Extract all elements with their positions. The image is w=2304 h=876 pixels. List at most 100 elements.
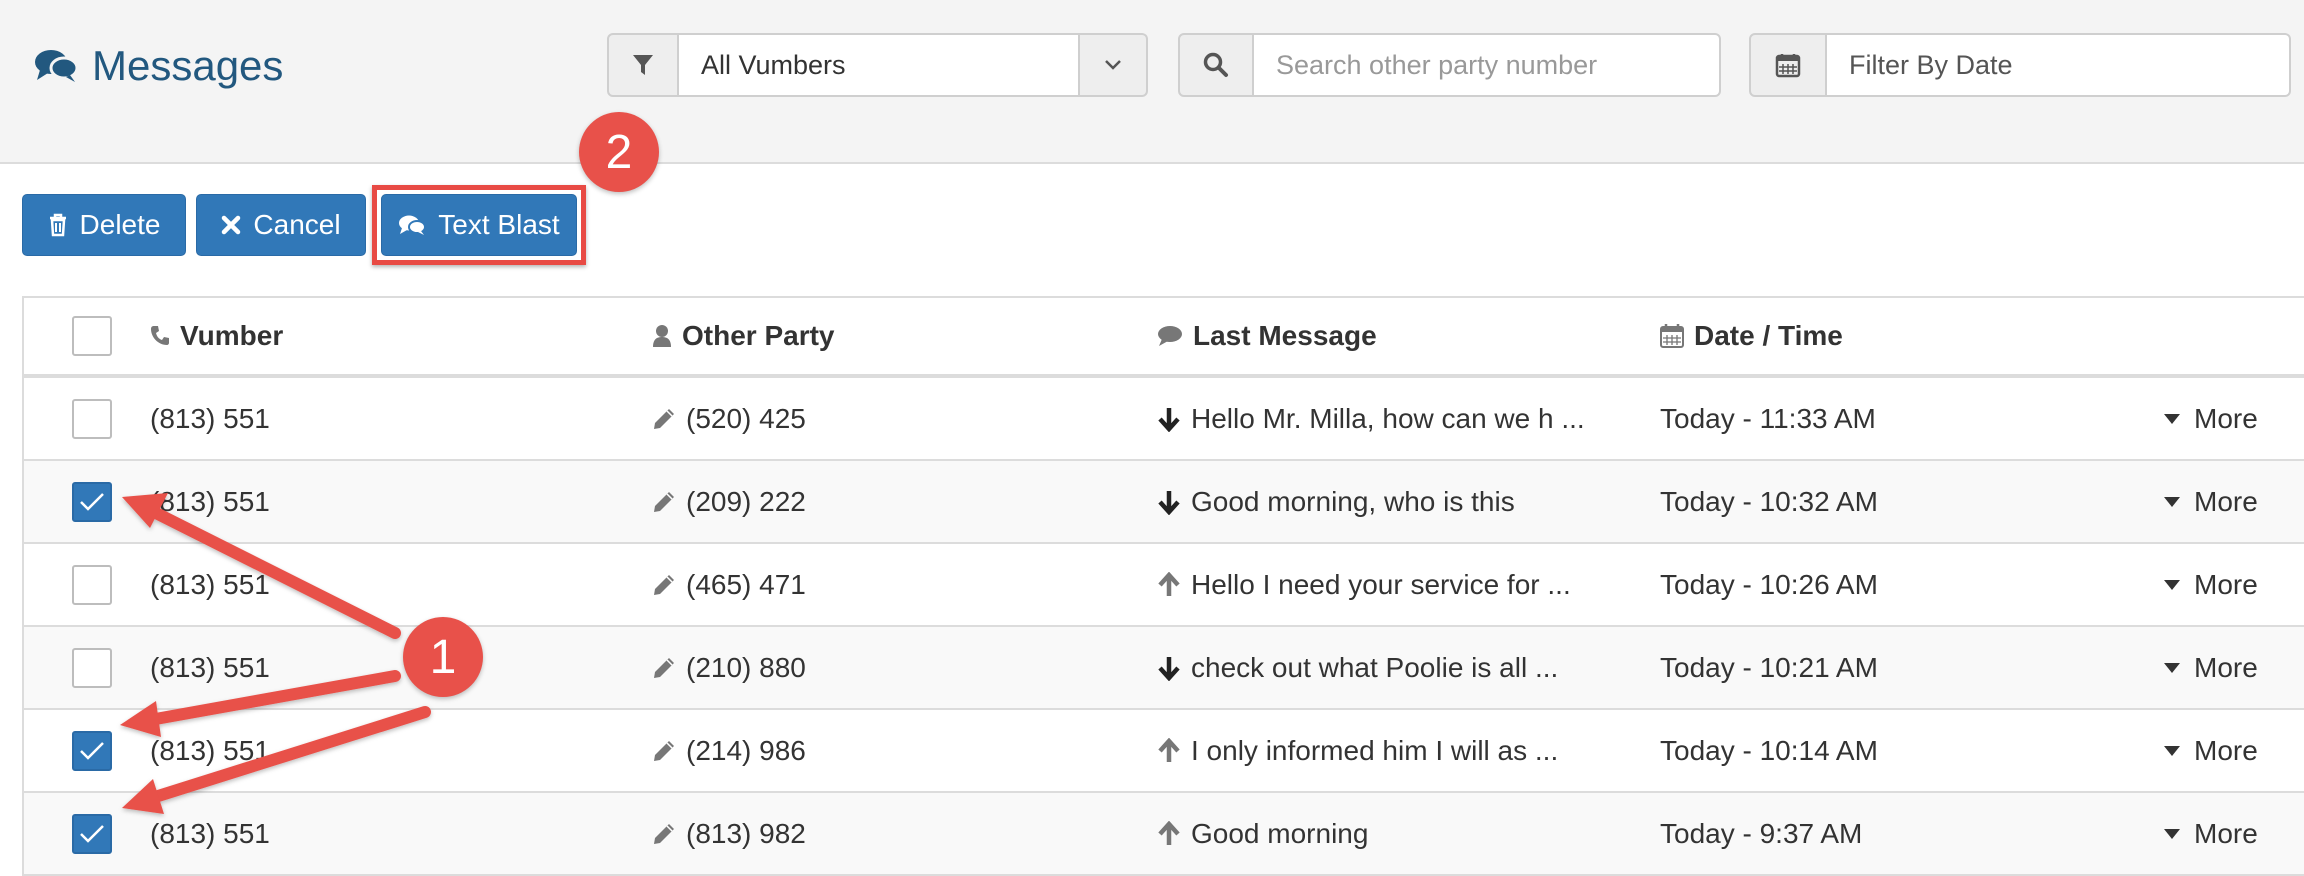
- page-title-text: Messages: [92, 42, 284, 89]
- col-last-message[interactable]: Last Message: [1157, 298, 1377, 374]
- col-other-party-label: Other Party: [682, 320, 835, 351]
- col-vumber[interactable]: Vumber: [150, 298, 283, 374]
- pencil-icon[interactable]: [652, 822, 676, 846]
- row-other-party: (214) 986: [652, 710, 806, 791]
- pencil-icon[interactable]: [652, 656, 676, 680]
- row-date-time: Today - 11:33 AM: [1660, 378, 1876, 459]
- search-group: Search other party number: [1178, 33, 1721, 97]
- search-icon: [1178, 33, 1254, 97]
- col-vumber-label: Vumber: [180, 320, 284, 351]
- col-other-party[interactable]: Other Party: [652, 298, 835, 374]
- close-icon: [222, 215, 241, 235]
- more-label: More: [2194, 651, 2258, 683]
- row-checkbox[interactable]: [72, 647, 112, 688]
- row-checkbox[interactable]: [72, 398, 112, 439]
- more-dropdown[interactable]: More: [2164, 710, 2258, 791]
- other-party-text[interactable]: (214) 986: [686, 735, 806, 767]
- more-label: More: [2194, 817, 2258, 849]
- step-1-badge: 1: [403, 617, 483, 697]
- other-party-text[interactable]: (209) 222: [686, 486, 806, 518]
- step-2-badge: 2: [579, 112, 659, 192]
- cancel-button-label: Cancel: [253, 209, 341, 240]
- user-icon: [653, 325, 671, 347]
- row-checkbox[interactable]: [72, 481, 112, 522]
- last-message-text: Hello I need your service for ...: [1191, 568, 1571, 600]
- table-row[interactable]: (813) 551 (813) 982 Good morning Today - 9:…: [24, 793, 2304, 876]
- more-dropdown[interactable]: More: [2164, 627, 2258, 708]
- phone-icon: [151, 326, 169, 345]
- pencil-icon[interactable]: [652, 573, 676, 597]
- more-label: More: [2194, 402, 2258, 434]
- row-vumber: (813) 551: [150, 461, 270, 542]
- row-last-message[interactable]: Hello Mr. Milla, how can we h ...: [1157, 378, 1585, 459]
- pencil-icon[interactable]: [652, 739, 676, 763]
- more-label: More: [2194, 734, 2258, 766]
- vumber-text: (813) 551: [150, 402, 270, 434]
- other-party-text[interactable]: (813) 982: [686, 818, 806, 850]
- last-message-text: Good morning: [1191, 817, 1369, 849]
- caret-down-icon: [2164, 496, 2180, 507]
- row-last-message[interactable]: Hello I need your service for ...: [1157, 544, 1571, 625]
- date-time-text: Today - 10:32 AM: [1660, 485, 1878, 517]
- more-label: More: [2194, 568, 2258, 600]
- col-date-time-label: Date / Time: [1694, 320, 1843, 351]
- row-last-message[interactable]: Good morning, who is this: [1157, 461, 1515, 542]
- row-checkbox[interactable]: [72, 564, 112, 605]
- caret-down-icon: [2164, 828, 2180, 839]
- caret-down-icon: [2164, 579, 2180, 590]
- row-other-party: (209) 222: [652, 461, 806, 542]
- table-row[interactable]: (813) 551 (520) 425 Hello Mr. Milla, how c…: [24, 378, 2304, 461]
- row-other-party: (520) 425: [652, 378, 806, 459]
- table-row[interactable]: (813) 551 (209) 222 Good morning, who is t…: [24, 461, 2304, 544]
- row-date-time: Today - 10:14 AM: [1660, 710, 1878, 791]
- chevron-down-icon[interactable]: [1080, 33, 1148, 97]
- row-last-message[interactable]: check out what Poolie is all ...: [1157, 627, 1558, 708]
- pencil-icon[interactable]: [652, 490, 676, 514]
- select-all-checkbox[interactable]: [72, 316, 112, 356]
- more-dropdown[interactable]: More: [2164, 461, 2258, 542]
- caret-down-icon: [2164, 662, 2180, 673]
- vumber-text: (813) 551: [150, 734, 270, 766]
- date-filter-input[interactable]: Filter By Date: [1827, 33, 2291, 97]
- arrow-up-icon: [1158, 571, 1180, 596]
- arrow-down-icon: [1158, 407, 1180, 432]
- date-time-text: Today - 10:21 AM: [1660, 651, 1878, 683]
- other-party-text[interactable]: (520) 425: [686, 403, 806, 435]
- row-vumber: (813) 551: [150, 544, 270, 625]
- row-vumber: (813) 551: [150, 710, 270, 791]
- col-date-time[interactable]: Date / Time: [1660, 298, 1843, 374]
- check-icon: [80, 741, 104, 760]
- other-party-text[interactable]: (465) 471: [686, 569, 806, 601]
- more-label: More: [2194, 485, 2258, 517]
- comments-icon: [35, 50, 78, 82]
- row-date-time: Today - 10:21 AM: [1660, 627, 1878, 708]
- row-date-time: Today - 10:26 AM: [1660, 544, 1878, 625]
- other-party-text[interactable]: (210) 880: [686, 652, 806, 684]
- last-message-text: Good morning, who is this: [1191, 485, 1515, 517]
- table-row[interactable]: (813) 551 (210) 880 check out what Poolie …: [24, 627, 2304, 710]
- caret-down-icon: [2164, 745, 2180, 756]
- vumber-text: (813) 551: [150, 485, 270, 517]
- vumber-text: (813) 551: [150, 651, 270, 683]
- last-message-text: I only informed him I will as ...: [1191, 734, 1559, 766]
- vumber-text: (813) 551: [150, 568, 270, 600]
- vumber-select[interactable]: All Vumbers: [679, 33, 1080, 97]
- pencil-icon[interactable]: [652, 407, 676, 431]
- check-icon: [80, 492, 104, 511]
- row-checkbox[interactable]: [72, 730, 112, 771]
- delete-button[interactable]: Delete: [22, 194, 186, 256]
- table-body: (813) 551 (520) 425 Hello Mr. Milla, how c…: [24, 378, 2304, 876]
- date-time-text: Today - 11:33 AM: [1660, 402, 1876, 434]
- more-dropdown[interactable]: More: [2164, 544, 2258, 625]
- row-other-party: (465) 471: [652, 544, 806, 625]
- table-row[interactable]: (813) 551 (214) 986 I only informed him I …: [24, 710, 2304, 793]
- row-last-message[interactable]: I only informed him I will as ...: [1157, 710, 1558, 791]
- vumber-filter: All Vumbers: [607, 33, 1148, 97]
- search-input[interactable]: Search other party number: [1254, 33, 1721, 97]
- comment-icon: [1158, 326, 1182, 346]
- table-row[interactable]: (813) 551 (465) 471 Hello I need your serv…: [24, 544, 2304, 627]
- cancel-button[interactable]: Cancel: [196, 194, 366, 256]
- date-time-text: Today - 10:14 AM: [1660, 734, 1878, 766]
- more-dropdown[interactable]: More: [2164, 378, 2258, 459]
- row-checkbox[interactable]: [72, 813, 112, 854]
